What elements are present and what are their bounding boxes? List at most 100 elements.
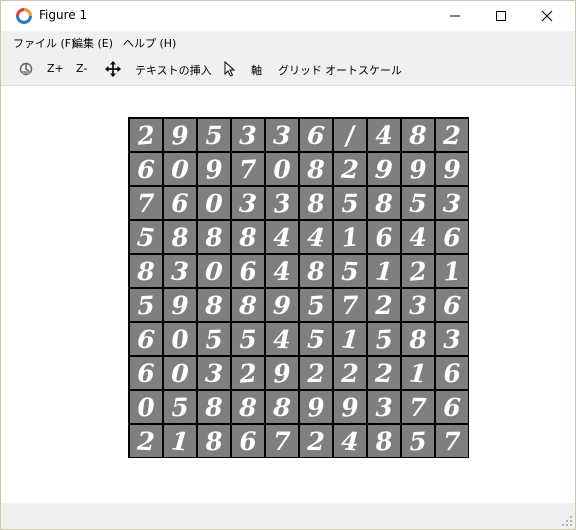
digit-glyph: 8 <box>306 155 325 184</box>
digit-glyph: 3 <box>375 393 393 422</box>
digit-glyph: 9 <box>408 154 427 184</box>
digit-glyph: 4 <box>340 426 359 456</box>
digit-glyph: 2 <box>374 291 392 320</box>
digit-glyph: 3 <box>171 257 190 287</box>
digit-glyph: 0 <box>171 359 190 389</box>
digit-glyph: 2 <box>407 256 428 286</box>
digit-glyph: 0 <box>204 256 224 286</box>
digit-glyph: 9 <box>171 121 190 151</box>
digit-glyph: 3 <box>238 188 257 218</box>
maximize-button[interactable] <box>478 1 524 31</box>
close-button[interactable] <box>524 1 570 31</box>
zoom-in-button[interactable]: Z+ <box>47 62 64 75</box>
menu-edit[interactable]: 編集 (E) <box>72 35 113 51</box>
digit-glyph: 4 <box>375 121 393 151</box>
digit-glyph: 8 <box>408 121 426 150</box>
digit-glyph: 1 <box>170 426 190 456</box>
digit-glyph: 8 <box>408 325 427 355</box>
digit-glyph: 5 <box>171 393 189 423</box>
digit-glyph: 8 <box>169 222 189 252</box>
digit-glyph: 6 <box>171 189 188 218</box>
digit-glyph: 3 <box>442 188 462 218</box>
digit-glyph: 0 <box>273 155 292 184</box>
digit-glyph: 5 <box>374 324 393 354</box>
menu-file[interactable]: ファイル (F) <box>13 35 75 51</box>
maximize-icon <box>496 11 506 21</box>
digit-glyph: 3 <box>239 121 257 150</box>
digit-glyph: 8 <box>203 426 223 456</box>
menu-help[interactable]: ヘルプ (H) <box>123 35 176 51</box>
digit-glyph: 3 <box>204 358 223 388</box>
digit-glyph: 2 <box>306 427 325 457</box>
digit-glyph: 5 <box>341 189 359 218</box>
digit-glyph: 8 <box>373 426 394 456</box>
digit-glyph: 8 <box>136 257 155 286</box>
insert-text-button[interactable]: テキストの挿入 <box>135 62 212 78</box>
digit-glyph: 4 <box>273 223 291 253</box>
digit-glyph: 5 <box>205 325 224 355</box>
digit-glyph: 2 <box>340 155 360 185</box>
digit-glyph: 6 <box>442 358 461 388</box>
app-icon <box>16 8 32 24</box>
grid-button[interactable]: グリッド <box>278 62 322 78</box>
zoom-out-button[interactable]: Z- <box>76 62 87 75</box>
digit-glyph: 1 <box>443 257 462 287</box>
digit-glyph: 6 <box>137 155 155 185</box>
digit-glyph: 7 <box>443 427 462 456</box>
digit-glyph: 8 <box>204 291 223 320</box>
digit-glyph: 3 <box>272 188 292 218</box>
minimize-icon <box>450 15 460 17</box>
pointer-icon[interactable] <box>223 61 237 77</box>
toolbar: Z+ Z- テキストの挿入 軸 グリッド オートスケール <box>1 53 575 86</box>
minimize-button[interactable] <box>432 1 478 31</box>
digit-glyph: 6 <box>137 359 154 388</box>
window-title: Figure 1 <box>39 8 88 22</box>
resize-grip-icon[interactable] <box>561 515 573 527</box>
digit-glyph: 6 <box>238 256 257 286</box>
digit-glyph: 5 <box>239 325 257 354</box>
digit-glyph: 6 <box>136 324 155 354</box>
digit-glyph: 9 <box>272 290 292 320</box>
digit-glyph: 7 <box>273 427 291 456</box>
digit-glyph: 4 <box>409 223 427 252</box>
figure-canvas[interactable]: 2 9 5 3 3 6/4 8 2 6 0 9 7 0 8 2 9 9 9 7 6 0 3 3 8 5 8 5 3 5 8 8 8 4 4 1 6 4 6… <box>1 87 575 503</box>
digit-glyph: 4 <box>273 257 291 287</box>
digit-glyph: 1 <box>408 358 428 388</box>
digit-glyph: 1 <box>340 324 360 354</box>
digit-glyph: 6 <box>375 223 394 253</box>
title-bar[interactable]: Figure 1 <box>1 1 575 31</box>
digit-glyph: 3 <box>443 325 460 354</box>
digit-glyph: 5 <box>136 222 156 252</box>
digit-glyph: 3 <box>273 121 292 151</box>
autoscale-button[interactable]: オートスケール <box>325 62 402 78</box>
digit-glyph: 2 <box>136 427 156 457</box>
digit-glyph: 5 <box>409 189 428 219</box>
digit-glyph: 2 <box>340 359 359 388</box>
digit-glyph: 0 <box>136 392 156 422</box>
digit-glyph: 8 <box>271 392 291 422</box>
digit-glyph: 7 <box>239 155 258 185</box>
digit-glyph: 9 <box>273 359 292 389</box>
digit-glyph: 8 <box>306 257 324 286</box>
digit-grid-image: 2 9 5 3 3 6/4 8 26 0 9 7 0 8 2 9 9 97 6 0 3 3 8 5 8 5 35 8 8 8 4 4 1 6 4 6… <box>128 117 469 458</box>
digit-glyph: 2 <box>306 359 325 388</box>
digit-glyph: 1 <box>340 222 360 252</box>
digit-glyph: 9 <box>171 291 189 320</box>
digit-glyph: 5 <box>307 325 326 355</box>
axes-button[interactable]: 軸 <box>251 62 262 78</box>
digit-glyph: 3 <box>409 291 427 321</box>
digit-glyph: 0 <box>205 189 224 219</box>
digit-glyph: 4 <box>273 325 291 354</box>
digit-glyph: 8 <box>374 189 393 218</box>
figure-window: Figure 1 ファイル (F) 編集 (E) ヘルプ (H) Z+ Z- テ… <box>0 0 576 530</box>
digit-glyph: 8 <box>204 223 223 253</box>
digit-glyph: 0 <box>170 154 190 184</box>
digit-glyph: 8 <box>238 393 257 423</box>
digit-glyph: 5 <box>205 121 223 150</box>
home-icon[interactable] <box>18 61 34 77</box>
digit-glyph: 5 <box>306 290 325 320</box>
digit-glyph: 7 <box>341 291 360 321</box>
digit-glyph: 5 <box>409 427 428 457</box>
pan-icon[interactable] <box>105 61 121 77</box>
digit-glyph: 7 <box>137 189 156 219</box>
